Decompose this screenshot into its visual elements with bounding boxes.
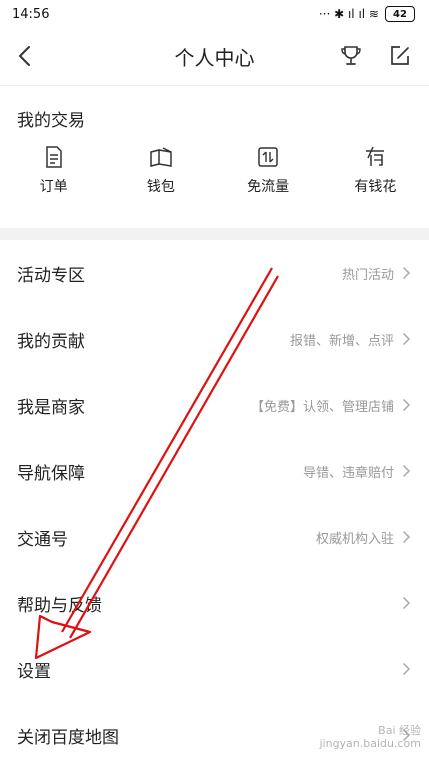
trade-grid: 订单 钱包 免流量 有钱花 (0, 144, 429, 196)
watermark-line2: jingyan.baidu.com (319, 736, 421, 750)
menu-item-contribution[interactable]: 我的贡献 报错、新增、点评 (0, 306, 429, 372)
menu-item-hint: 热门活动 (341, 267, 394, 283)
section-divider (0, 228, 429, 240)
menu-item-settings[interactable]: 设置 (0, 636, 429, 702)
menu-item-label: 我是商家 (17, 397, 85, 418)
menu-item-label: 导航保障 (17, 463, 85, 484)
app-header: 个人中心 (0, 28, 429, 86)
trade-title: 我的交易 (17, 111, 85, 131)
trade-section: 我的交易 订单 钱包 免流量 有钱花 (0, 86, 429, 228)
menu-item-hint: 导错、违章赔付 (302, 465, 394, 481)
credit-icon (366, 146, 385, 166)
status-time: 14:56 (12, 6, 50, 22)
menu-item-hint: 报错、新增、点评 (289, 333, 394, 349)
chevron-right-icon (402, 596, 411, 610)
trade-item-label: 有钱花 (354, 179, 397, 195)
menu-item-activity[interactable]: 活动专区 热门活动 (0, 240, 429, 306)
order-icon (45, 146, 62, 168)
menu-item-label: 活动专区 (17, 265, 85, 286)
menu-item-hint: 【免费】认领、管理店铺 (250, 399, 394, 415)
signal-icons: ··· ✱ ıl ıl ≋ (318, 7, 379, 21)
menu-item-traffic-account[interactable]: 交通号 权威机构入驻 (0, 504, 429, 570)
watermark-line1: Bai 经验 (378, 723, 421, 737)
menu-item-help-feedback[interactable]: 帮助与反馈 (0, 570, 429, 636)
menu-item-label: 关闭百度地图 (17, 727, 119, 748)
menu-item-label: 设置 (17, 661, 51, 682)
menu-item-merchant[interactable]: 我是商家 【免费】认领、管理店铺 (0, 372, 429, 438)
menu-list: 活动专区 热门活动 我的贡献 报错、新增、点评 我是商家 【免费】认领、管理店铺… (0, 240, 429, 768)
status-icons: ··· ✱ ıl ıl ≋ 42 (319, 6, 415, 22)
trade-item-label: 订单 (39, 179, 68, 195)
trade-item-order[interactable]: 订单 (0, 144, 107, 196)
chevron-right-icon (402, 332, 411, 346)
trade-item-free-data[interactable]: 免流量 (215, 144, 322, 196)
chevron-right-icon (402, 662, 411, 676)
chevron-right-icon (402, 266, 411, 280)
edit-icon[interactable] (387, 43, 413, 69)
trade-item-wallet[interactable]: 钱包 (107, 144, 214, 196)
wallet-icon (150, 147, 172, 167)
free-data-icon (258, 147, 278, 167)
trade-item-credit[interactable]: 有钱花 (322, 144, 429, 196)
chevron-right-icon (402, 398, 411, 412)
chevron-right-icon (402, 464, 411, 478)
trophy-icon[interactable] (338, 43, 364, 69)
battery-icon: 42 (385, 6, 415, 22)
trade-item-label: 钱包 (146, 179, 175, 195)
menu-item-label: 交通号 (17, 529, 68, 550)
trade-item-label: 免流量 (247, 179, 290, 195)
page-title: 个人中心 (174, 46, 255, 70)
menu-item-label: 我的贡献 (17, 331, 85, 352)
chevron-right-icon (402, 530, 411, 544)
status-bar: 14:56 ··· ✱ ıl ıl ≋ 42 (0, 0, 429, 28)
menu-item-navigation-guarantee[interactable]: 导航保障 导错、违章赔付 (0, 438, 429, 504)
watermark: Bai 经验 jingyan.baidu.com (319, 724, 421, 750)
menu-item-label: 帮助与反馈 (17, 595, 102, 616)
menu-item-hint: 权威机构入驻 (315, 531, 394, 547)
